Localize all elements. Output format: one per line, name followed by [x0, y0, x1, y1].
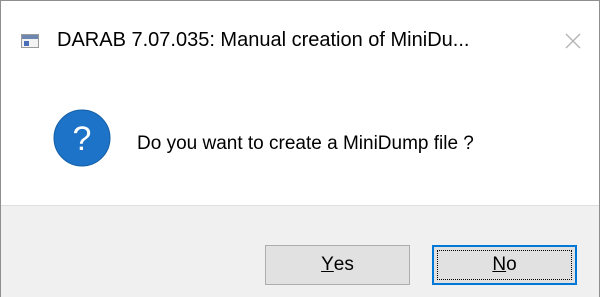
no-button[interactable]: No	[432, 245, 577, 285]
yes-mnemonic: Y	[321, 254, 334, 275]
yes-label-rest: es	[333, 254, 354, 275]
yes-button[interactable]: Yes	[265, 245, 410, 285]
title-bar[interactable]: DARAB 7.07.035: Manual creation of MiniD…	[1, 1, 599, 73]
close-button[interactable]	[557, 25, 589, 57]
window-title: DARAB 7.07.035: Manual creation of MiniD…	[57, 29, 470, 51]
button-bar: Yes No	[1, 205, 599, 297]
close-icon	[565, 33, 581, 49]
svg-text:?: ?	[73, 120, 92, 158]
app-icon-dot	[24, 41, 29, 46]
question-icon: ?	[53, 109, 111, 167]
dialog-body: ? Do you want to create a MiniDump file …	[1, 73, 599, 201]
app-icon-bar	[22, 35, 38, 39]
dialog-message: Do you want to create a MiniDump file ?	[137, 133, 474, 154]
message-dialog: DARAB 7.07.035: Manual creation of MiniD…	[0, 0, 600, 297]
application-window-icon	[21, 34, 39, 48]
focus-rectangle	[437, 250, 572, 280]
